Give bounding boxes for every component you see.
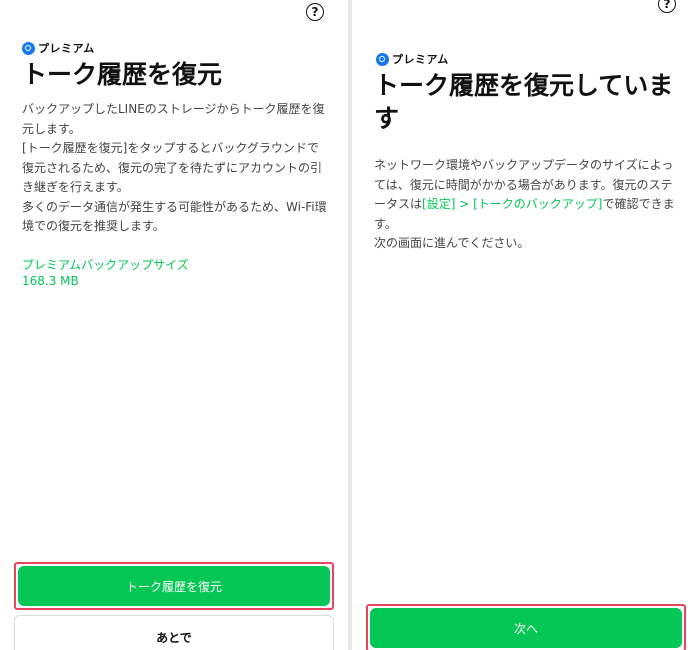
premium-logo-icon	[376, 52, 389, 66]
description-paragraph: バックアップしたLINEのストレージからトーク履歴を復元します。	[22, 102, 325, 136]
premium-brand: プレミアム	[22, 40, 95, 56]
backup-settings-link[interactable]: [設定] > [トークのバックアップ]	[422, 197, 602, 211]
highlight-box	[14, 562, 334, 610]
premium-brand-label: プレミアム	[392, 53, 449, 66]
premium-brand: プレミアム	[376, 51, 449, 67]
restoring-screen: ? プレミアム トーク履歴を復元しています ネットワーク環境やバックアップデータ…	[352, 0, 700, 650]
premium-logo-icon	[22, 41, 35, 55]
restore-screen: ? プレミアム トーク履歴を復元 バックアップしたLINEのストレージからトーク…	[0, 0, 348, 650]
help-icon[interactable]: ?	[658, 0, 676, 13]
description-paragraph: 多くのデータ通信が発生する可能性があるため、Wi-Fi環境での復元を推奨します。	[22, 199, 327, 234]
premium-brand-label: プレミアム	[38, 42, 95, 55]
description: ネットワーク環境やバックアップデータのサイズによっては、復元に時間がかかる場合が…	[374, 156, 680, 254]
page-title: トーク履歴を復元しています	[374, 71, 674, 133]
description-paragraph: 次の画面に進んでください。	[374, 236, 530, 250]
backup-size-value: 168.3 MB	[22, 274, 79, 288]
later-button[interactable]: あとで	[14, 615, 334, 650]
page-title: トーク履歴を復元	[22, 60, 223, 89]
description-paragraph: ネットワーク環境やバックアップデータのサイズによっては、復元に時間がかかる場合が…	[374, 156, 680, 234]
help-icon[interactable]: ?	[306, 3, 324, 21]
description: バックアップしたLINEのストレージからトーク履歴を復元します。 [トーク履歴を…	[22, 100, 328, 237]
backup-size-label: プレミアムバックアップサイズ	[22, 258, 189, 272]
description-paragraph: [トーク履歴を復元]をタップするとバックグラウンドで復元されるため、復元の完了を…	[22, 141, 323, 194]
highlight-box	[366, 604, 686, 650]
